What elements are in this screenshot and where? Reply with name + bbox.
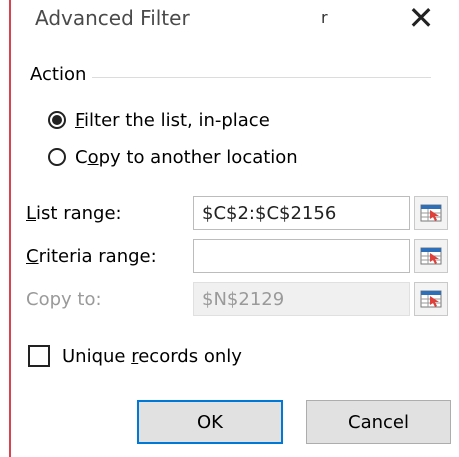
dialog-title: Advanced Filter xyxy=(35,6,190,30)
window-edge xyxy=(9,0,11,457)
collapse-dialog-icon xyxy=(420,247,442,265)
copy-to-selector-button xyxy=(414,282,448,316)
criteria-range-label: Criteria range: xyxy=(26,246,157,267)
title-bar: Advanced Filter r xyxy=(0,0,459,30)
title-mark: r xyxy=(321,8,328,27)
unique-records-checkbox-row[interactable]: Unique records only xyxy=(28,345,242,367)
criteria-range-input[interactable] xyxy=(193,239,410,273)
list-range-selector-button[interactable] xyxy=(414,196,448,230)
collapse-dialog-icon xyxy=(420,290,442,308)
close-icon: ✕ xyxy=(407,0,435,37)
criteria-range-selector-button[interactable] xyxy=(414,239,448,273)
radio-copy-to-location[interactable]: Copy to another location xyxy=(48,144,298,170)
close-button[interactable]: ✕ xyxy=(398,0,444,38)
radio-copy-to-location-label: Copy to another location xyxy=(75,146,298,168)
list-range-label: List range: xyxy=(26,203,122,224)
ok-button[interactable]: OK xyxy=(137,400,283,444)
copy-to-label: Copy to: xyxy=(26,289,102,310)
radio-button[interactable] xyxy=(48,148,66,166)
unique-records-checkbox[interactable] xyxy=(28,345,50,367)
copy-to-input xyxy=(193,282,410,316)
radio-dot xyxy=(52,115,62,125)
radio-filter-in-place[interactable]: Filter the list, in-place xyxy=(48,107,270,133)
collapse-dialog-icon xyxy=(420,204,442,222)
radio-filter-in-place-label: Filter the list, in-place xyxy=(75,109,270,131)
list-range-input[interactable] xyxy=(193,196,410,230)
action-group-label: Action xyxy=(30,64,93,85)
unique-records-label: Unique records only xyxy=(62,345,242,367)
radio-button-selected[interactable] xyxy=(48,111,66,129)
cancel-button[interactable]: Cancel xyxy=(306,400,451,444)
